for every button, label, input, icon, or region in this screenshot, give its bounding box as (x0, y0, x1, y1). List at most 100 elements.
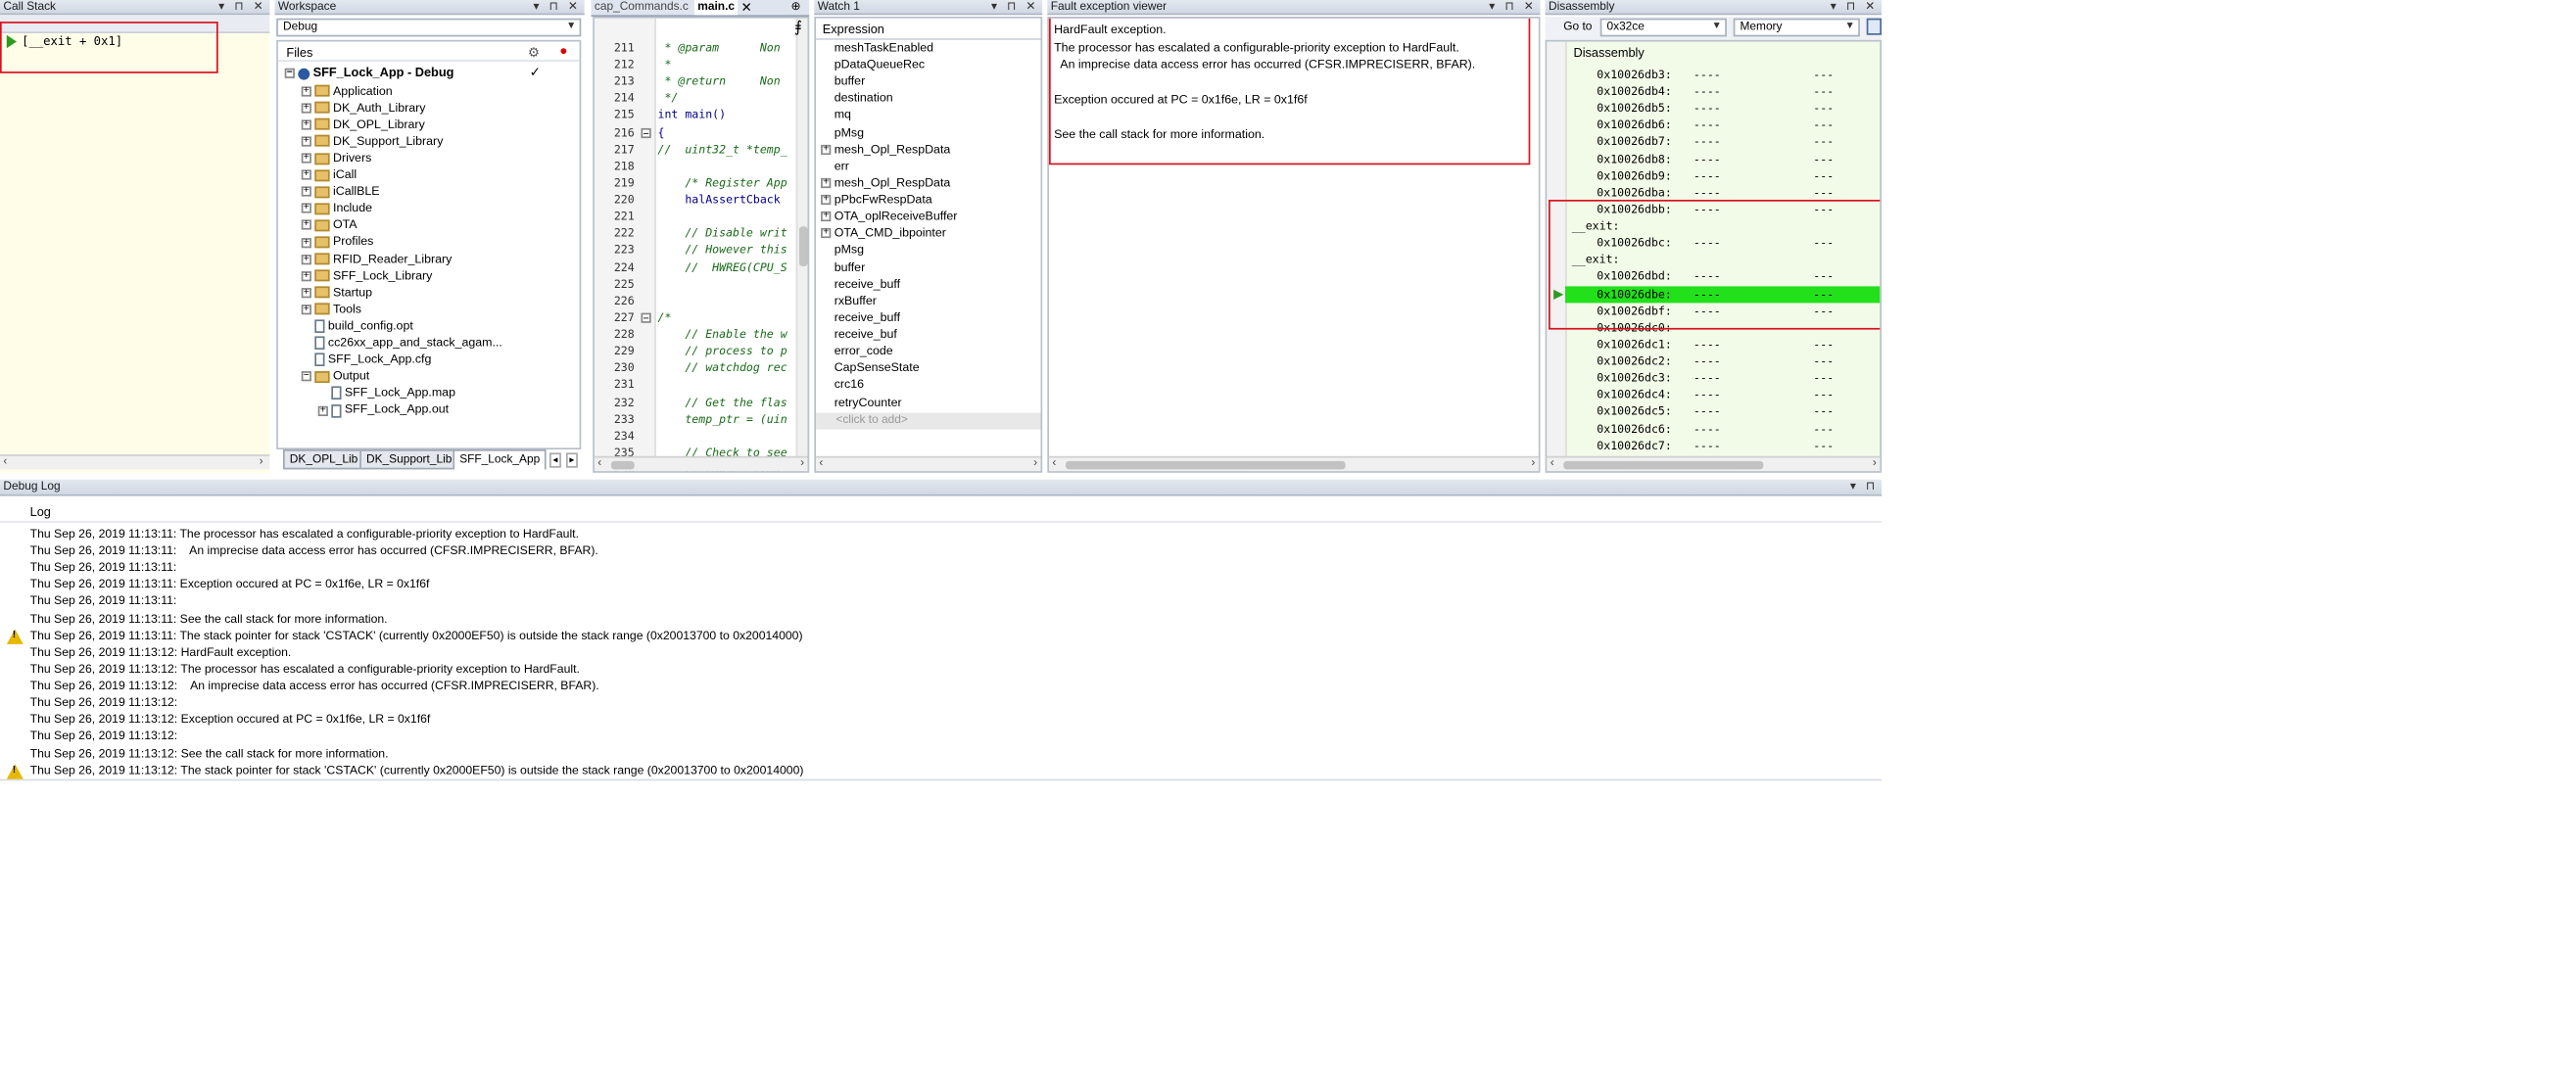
tree-item[interactable]: + DK_Support_Library (278, 133, 580, 150)
tab-main-c[interactable]: main.c (693, 0, 739, 16)
code-line[interactable]: 229 // process to p (595, 343, 794, 359)
toggle-view-icon[interactable] (1866, 18, 1882, 35)
code-line[interactable]: 228 // Enable the w (595, 326, 794, 343)
callstack-window-controls[interactable]: ▾ ⊓ ✕ (218, 0, 266, 14)
watch-item[interactable]: mq (816, 108, 1040, 124)
tab-sff-lock-app[interactable]: SFF_Lock_App (453, 449, 548, 470)
code-line[interactable]: 222 // Disable writ (595, 225, 794, 242)
code-line[interactable]: 211 * @param Non (595, 40, 794, 57)
expand-icon[interactable]: + (821, 144, 832, 155)
tree-item[interactable]: + iCall (278, 166, 580, 183)
watch-item[interactable]: pMsg (816, 124, 1040, 141)
watch-item[interactable]: crc16 (816, 377, 1040, 394)
code-line[interactable]: 230 // watchdog rec (595, 360, 794, 377)
watch-item[interactable]: receive_buff (816, 276, 1040, 293)
tree-item[interactable]: + DK_Auth_Library (278, 99, 580, 116)
expand-icon[interactable]: + (301, 136, 311, 147)
tree-item[interactable]: build_config.opt (278, 318, 580, 335)
disasm-row[interactable]: 0x10026dc1: ---- --- (1547, 336, 1880, 353)
expand-icon[interactable]: + (821, 212, 832, 222)
code-line[interactable]: 233 temp_ptr = (uin (595, 410, 794, 427)
expand-icon[interactable]: + (301, 220, 311, 231)
disasm-row[interactable]: 0x10026db4: ---- --- (1547, 83, 1880, 100)
watch-item[interactable]: error_code (816, 343, 1040, 359)
editor-hscroll[interactable]: ‹ › (594, 455, 808, 472)
watch-item[interactable]: + OTA_CMD_ibpointer (816, 225, 1040, 242)
tab-scroll-left-icon[interactable]: ◂ (549, 452, 561, 468)
watch-item[interactable]: buffer (816, 259, 1040, 275)
expand-icon[interactable]: + (301, 254, 311, 264)
expand-icon[interactable]: + (301, 237, 311, 248)
tab-cap-commands[interactable]: cap_Commands.c (595, 0, 689, 15)
expand-icon[interactable]: + (301, 287, 311, 299)
code-line[interactable]: 213 * @return Non (595, 73, 794, 90)
code-line[interactable]: 221 (595, 209, 794, 225)
expand-icon[interactable]: + (821, 177, 832, 189)
tree-item[interactable]: + iCallBLE (278, 183, 580, 200)
collapse-icon[interactable]: − (301, 371, 311, 382)
tree-item[interactable]: + Include (278, 200, 580, 216)
expand-icon[interactable]: + (301, 119, 311, 130)
tree-item[interactable]: + Tools (278, 302, 580, 318)
tab-dk-support-lib[interactable]: DK_Support_Lib (359, 449, 459, 470)
tab-scroll-right-icon[interactable]: ▸ (566, 452, 578, 468)
expand-icon[interactable]: + (317, 405, 328, 416)
tree-item[interactable]: + Application (278, 82, 580, 99)
code-line[interactable]: 220 halAssertCback (595, 192, 794, 209)
watch-item[interactable]: + mesh_Opl_RespData (816, 174, 1040, 191)
watch-item[interactable]: err (816, 158, 1040, 174)
tree-item[interactable]: − Output (278, 368, 580, 385)
workspace-config-dropdown[interactable]: Debug ▼ (276, 18, 582, 37)
tree-item[interactable]: + SFF_Lock_App.out (278, 402, 580, 419)
code-line[interactable]: 223 // However this (595, 242, 794, 259)
expand-icon[interactable]: + (301, 103, 311, 114)
split-editor-icon[interactable]: ⨎ (794, 19, 802, 37)
project-root-node[interactable]: − SFF_Lock_App - Debug (284, 65, 453, 81)
tab-dk-opl-lib[interactable]: DK_OPL_Lib (283, 449, 365, 470)
expand-icon[interactable]: + (301, 270, 311, 281)
code-line[interactable]: 219 /* Register App (595, 174, 794, 191)
watch-item[interactable]: + pPbcFwRespData (816, 192, 1040, 209)
fault-hscroll[interactable]: ‹ › (1049, 455, 1539, 472)
watch-item[interactable]: + mesh_Opl_RespData (816, 141, 1040, 158)
code-line[interactable]: 231 (595, 377, 794, 394)
watch-item[interactable]: destination (816, 90, 1040, 107)
tree-item[interactable]: + SFF_Lock_Library (278, 267, 580, 284)
watch-item[interactable]: pMsg (816, 242, 1040, 259)
tree-item[interactable]: + DK_OPL_Library (278, 117, 580, 133)
log-window-controls[interactable]: ▾ ⊓ (1850, 480, 1879, 494)
code-line[interactable]: 215 int main() (595, 108, 794, 124)
watch-item[interactable]: receive_buf (816, 326, 1040, 343)
callstack-hscroll[interactable]: ‹ › (0, 454, 270, 470)
tree-item[interactable]: + Startup (278, 284, 580, 301)
code-line[interactable]: 226 (595, 293, 794, 309)
expand-icon[interactable]: + (301, 204, 311, 214)
watch-item[interactable]: pDataQueueRec (816, 57, 1040, 73)
fold-icon[interactable]: − (641, 127, 651, 138)
disasm-window-controls[interactable]: ▾ ⊓ ✕ (1831, 0, 1879, 14)
disasm-row[interactable]: 0x10026dc4: ---- --- (1547, 387, 1880, 403)
code-line[interactable]: 217 // uint32_t *temp_ (595, 141, 794, 158)
expand-icon[interactable]: + (301, 153, 311, 164)
disasm-row[interactable]: 0x10026dc7: ---- --- (1547, 437, 1880, 453)
workspace-window-controls[interactable]: ▾ ⊓ ✕ (533, 0, 581, 14)
code-line[interactable]: 216 { (595, 124, 794, 141)
editor-vscroll[interactable] (795, 18, 808, 458)
click-to-add-row[interactable]: <click to add> (816, 411, 1041, 429)
watch-item[interactable]: rxBuffer (816, 293, 1040, 309)
disasm-row[interactable]: 0x10026dc5: ---- --- (1547, 403, 1880, 420)
tree-item[interactable]: + Drivers (278, 150, 580, 166)
code-line[interactable]: 232 // Get the flas (595, 394, 794, 410)
code-line[interactable]: 224 // HWREG(CPU_S (595, 259, 794, 275)
watch-item[interactable]: CapSenseState (816, 360, 1040, 377)
tree-item[interactable]: + OTA (278, 217, 580, 234)
disasm-row[interactable]: 0x10026db9: ---- --- (1547, 167, 1880, 184)
expand-icon[interactable]: + (301, 186, 311, 198)
code-line[interactable]: 227 /* (595, 309, 794, 326)
tree-item[interactable]: + RFID_Reader_Library (278, 251, 580, 267)
watch-item[interactable]: receive_buff (816, 309, 1040, 326)
memory-dropdown[interactable]: Memory ▼ (1733, 18, 1860, 37)
disasm-hscroll[interactable]: ‹ › (1547, 455, 1881, 472)
collapse-icon[interactable]: − (284, 68, 295, 78)
disasm-row[interactable]: 0x10026db6: ---- --- (1547, 118, 1880, 134)
